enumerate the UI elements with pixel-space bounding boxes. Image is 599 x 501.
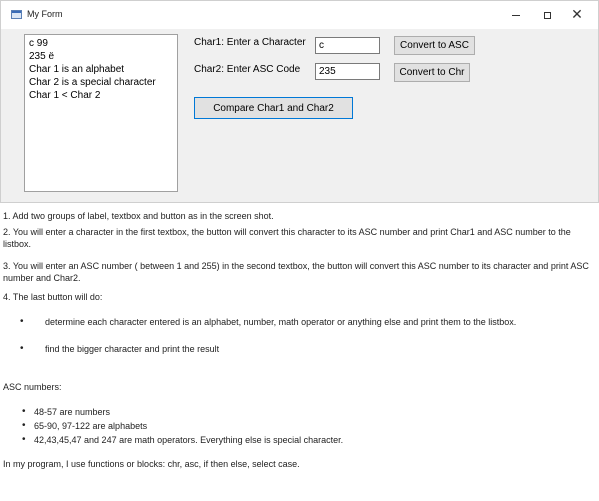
bullet-text: determine each character entered is an a… <box>45 317 517 327</box>
asc-bullet-item: • 48-57 are numbers <box>22 406 582 418</box>
instruction-2: 2. You will enter a character in the fir… <box>3 227 571 249</box>
bullet-text: 65-90, 97-122 are alphabets <box>34 421 148 431</box>
title-bar: My Form ✕ <box>1 1 598 29</box>
maximize-button[interactable] <box>532 1 562 29</box>
form-app-icon <box>11 10 22 19</box>
list-item[interactable]: Char 1 is an alphabet <box>29 63 173 76</box>
minimize-icon <box>512 14 520 16</box>
list-item[interactable]: c 99 <box>29 37 173 50</box>
footer-note: In my program, I use functions or blocks… <box>3 459 300 469</box>
bullet-item: • determine each character entered is an… <box>20 316 592 328</box>
char1-label: Char1: Enter a Character <box>194 37 306 48</box>
bullet-text: 42,43,45,47 and 247 are math operators. … <box>34 435 344 445</box>
window-title: My Form <box>27 9 63 19</box>
bullet-dot-icon: • <box>22 434 26 445</box>
close-button[interactable]: ✕ <box>562 1 592 29</box>
minimize-button[interactable] <box>501 1 531 29</box>
list-item[interactable]: Char 2 is a special character <box>29 76 173 89</box>
asc-bullet-item: • 42,43,45,47 and 247 are math operators… <box>22 434 582 446</box>
bullet-dot-icon: • <box>20 316 24 327</box>
bullet-item: • find the bigger character and print th… <box>20 343 592 355</box>
output-listbox[interactable]: c 99 235 ë Char 1 is an alphabet Char 2 … <box>24 34 178 192</box>
maximize-icon <box>543 11 551 19</box>
bullet-dot-icon: • <box>22 406 26 417</box>
list-item[interactable]: 235 ë <box>29 50 173 63</box>
char2-textbox[interactable] <box>315 63 380 80</box>
instruction-3: 3. You will enter an ASC number ( betwee… <box>3 261 589 283</box>
instruction-4: 4. The last button will do: <box>3 292 103 302</box>
list-item[interactable]: Char 1 < Char 2 <box>29 89 173 102</box>
convert-to-asc-button[interactable]: Convert to ASC <box>394 36 475 55</box>
char1-textbox[interactable] <box>315 37 380 54</box>
instruction-1: 1. Add two groups of label, textbox and … <box>3 211 274 221</box>
compare-button[interactable]: Compare Char1 and Char2 <box>194 97 353 119</box>
asc-bullet-item: • 65-90, 97-122 are alphabets <box>22 420 582 432</box>
close-icon: ✕ <box>571 7 583 23</box>
instructions: 1. Add two groups of label, textbox and … <box>0 203 599 501</box>
bullet-text: 48-57 are numbers <box>34 407 111 417</box>
bullet-dot-icon: • <box>22 420 26 431</box>
form-window: My Form ✕ c 99 235 ë Char 1 is an alphab… <box>0 0 599 203</box>
bullet-text: find the bigger character and print the … <box>45 344 220 354</box>
convert-to-chr-button[interactable]: Convert to Chr <box>394 63 470 82</box>
char2-label: Char2: Enter ASC Code <box>194 64 301 75</box>
bullet-dot-icon: • <box>20 343 24 354</box>
asc-heading: ASC numbers: <box>3 382 62 392</box>
